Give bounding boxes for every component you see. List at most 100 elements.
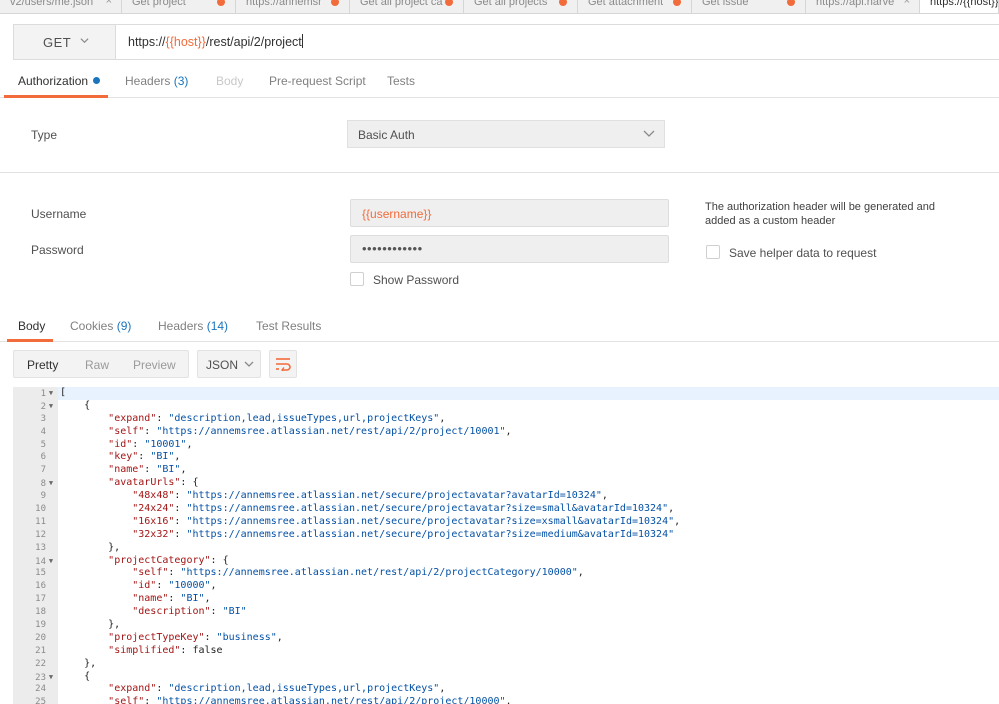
save-helper-label: Save helper data to request: [729, 246, 877, 260]
code-line: 20 "projectTypeKey": "business",: [13, 632, 283, 645]
tab-test-results[interactable]: Test Results: [256, 319, 321, 333]
code-line: 8 ▼ "avatarUrls": {: [13, 477, 199, 490]
line-number: 19: [35, 620, 46, 631]
username-value: {{username}}: [362, 207, 432, 221]
view-mode-group: Pretty Raw Preview: [13, 350, 189, 378]
request-tab-label: Get all project ca: [360, 0, 443, 8]
chevron-down-icon: [244, 361, 254, 367]
tab-cookies[interactable]: Cookies (9): [70, 319, 131, 333]
raw-button[interactable]: Raw: [85, 358, 109, 372]
auth-type-row: Type Basic Auth: [0, 98, 999, 173]
code-text: "description": "BI": [132, 606, 247, 618]
code-line: 2 ▼ {: [13, 400, 91, 413]
code-line: 14 ▼ "projectCategory": {: [13, 555, 228, 568]
tab-response-body[interactable]: Body: [18, 319, 45, 333]
unsaved-dot-icon: [559, 0, 567, 6]
fold-arrow-icon[interactable]: ▼: [46, 555, 56, 568]
response-tabs: Body Cookies (9) Headers (14) Test Resul…: [0, 308, 999, 342]
code-text: "16x16": "https://annemsree.atlassian.ne…: [132, 515, 681, 527]
line-number: 17: [35, 594, 46, 605]
tab-pre-request-script[interactable]: Pre-request Script: [269, 74, 366, 88]
request-tab-label: v2/users/me.json: [10, 0, 94, 8]
request-tab-label: https://api.harve: [816, 0, 895, 8]
unsaved-dot-icon: [673, 0, 681, 6]
response-body-editor[interactable]: 1 ▼[2 ▼ {3 "expand": "description,lead,iss…: [13, 387, 999, 704]
code-text: "24x24": "https://annemsree.atlassian.ne…: [132, 503, 675, 515]
wrap-lines-icon: [276, 358, 291, 371]
request-tab[interactable]: https://annemsr: [236, 0, 350, 13]
line-number: 5: [40, 439, 46, 450]
line-number: 6: [40, 452, 46, 463]
line-number: 13: [35, 542, 46, 553]
code-line: 15 "self": "https://annemsree.atlassian.…: [13, 567, 584, 580]
show-password-checkbox[interactable]: [350, 272, 364, 286]
line-number: 11: [35, 516, 46, 527]
line-number: 21: [35, 645, 46, 656]
line-number: 20: [35, 632, 46, 643]
line-number: 24: [35, 684, 46, 695]
code-line: 7 "name": "BI",: [13, 464, 187, 477]
code-text: "expand": "description,lead,issueTypes,u…: [108, 683, 446, 695]
request-tab[interactable]: Get all project ca: [350, 0, 464, 13]
request-tab-label: https://{{host}}: [930, 0, 999, 8]
code-text: "self": "https://annemsree.atlassian.net…: [108, 425, 512, 437]
method-label: GET: [43, 35, 72, 50]
close-icon[interactable]: ×: [106, 0, 112, 7]
save-helper-checkbox[interactable]: [706, 245, 720, 259]
unsaved-dot-icon: [787, 0, 795, 6]
request-tab[interactable]: https://{{host}}: [920, 0, 999, 13]
code-text: },: [60, 619, 121, 631]
code-text: "self": "https://annemsree.atlassian.net…: [132, 567, 584, 579]
request-tab[interactable]: Get attachment: [578, 0, 692, 13]
code-line: 4 "self": "https://annemsree.atlassian.n…: [13, 426, 512, 439]
tab-cookies-count: (9): [116, 319, 132, 333]
tab-body[interactable]: Body: [216, 74, 243, 88]
url-bar: GET https://{{host}}/rest/api/2/project: [13, 24, 999, 60]
code-line: 24 "expand": "description,lead,issueType…: [13, 683, 445, 696]
password-field[interactable]: ••••••••••••: [350, 235, 669, 263]
fold-arrow-icon[interactable]: ▼: [46, 387, 56, 400]
code-text: },: [60, 541, 121, 553]
auth-type-value: Basic Auth: [358, 128, 415, 142]
auth-type-label: Type: [31, 128, 58, 142]
username-label: Username: [31, 207, 87, 221]
tab-response-headers[interactable]: Headers (14): [158, 319, 228, 333]
password-label: Password: [31, 243, 84, 257]
request-tab[interactable]: https://api.harve ×: [806, 0, 920, 13]
request-tab[interactable]: Get project: [122, 0, 236, 13]
tab-headers[interactable]: Headers (3): [125, 74, 188, 88]
method-select[interactable]: GET: [14, 25, 116, 59]
request-tab[interactable]: Get issue: [692, 0, 806, 13]
auth-helper-note: The authorization header will be generat…: [705, 201, 935, 227]
request-tab[interactable]: Get all projects: [464, 0, 578, 13]
code-text: },: [60, 657, 97, 669]
tab-authorization[interactable]: Authorization: [18, 74, 101, 88]
code-text: "32x32": "https://annemsree.atlassian.ne…: [132, 528, 675, 540]
code-text: "48x48": "https://annemsree.atlassian.ne…: [132, 490, 608, 502]
format-select[interactable]: JSON: [197, 350, 261, 378]
code-line: 17 "name": "BI",: [13, 593, 210, 606]
chevron-down-icon: [80, 38, 89, 44]
code-text: "id": "10000",: [132, 580, 217, 592]
fold-arrow-icon[interactable]: ▼: [46, 671, 56, 684]
line-number: 12: [35, 529, 46, 540]
preview-button[interactable]: Preview: [133, 358, 176, 372]
code-line: 10 "24x24": "https://annemsree.atlassian…: [13, 503, 674, 516]
tab-tests[interactable]: Tests: [387, 74, 415, 88]
url-input[interactable]: https://{{host}}/rest/api/2/project: [128, 34, 303, 49]
auth-type-select[interactable]: Basic Auth: [347, 120, 665, 148]
close-icon[interactable]: ×: [904, 0, 910, 7]
unsaved-dot-icon: [445, 0, 453, 6]
code-line: 11 "16x16": "https://annemsree.atlassian…: [13, 516, 680, 529]
code-text: "name": "BI",: [132, 593, 211, 605]
request-tab[interactable]: v2/users/me.json ×: [0, 0, 122, 13]
request-tab-label: Get all projects: [474, 0, 548, 8]
line-number: 16: [35, 581, 46, 592]
fold-arrow-icon[interactable]: ▼: [46, 400, 56, 413]
code-line: 23 ▼ {: [13, 671, 90, 684]
username-field[interactable]: {{username}}: [350, 199, 669, 227]
pretty-button[interactable]: Pretty: [27, 358, 58, 372]
fold-arrow-icon[interactable]: ▼: [46, 477, 56, 490]
wrap-lines-button[interactable]: [269, 350, 297, 378]
tab-headers-label: Headers: [125, 74, 171, 88]
